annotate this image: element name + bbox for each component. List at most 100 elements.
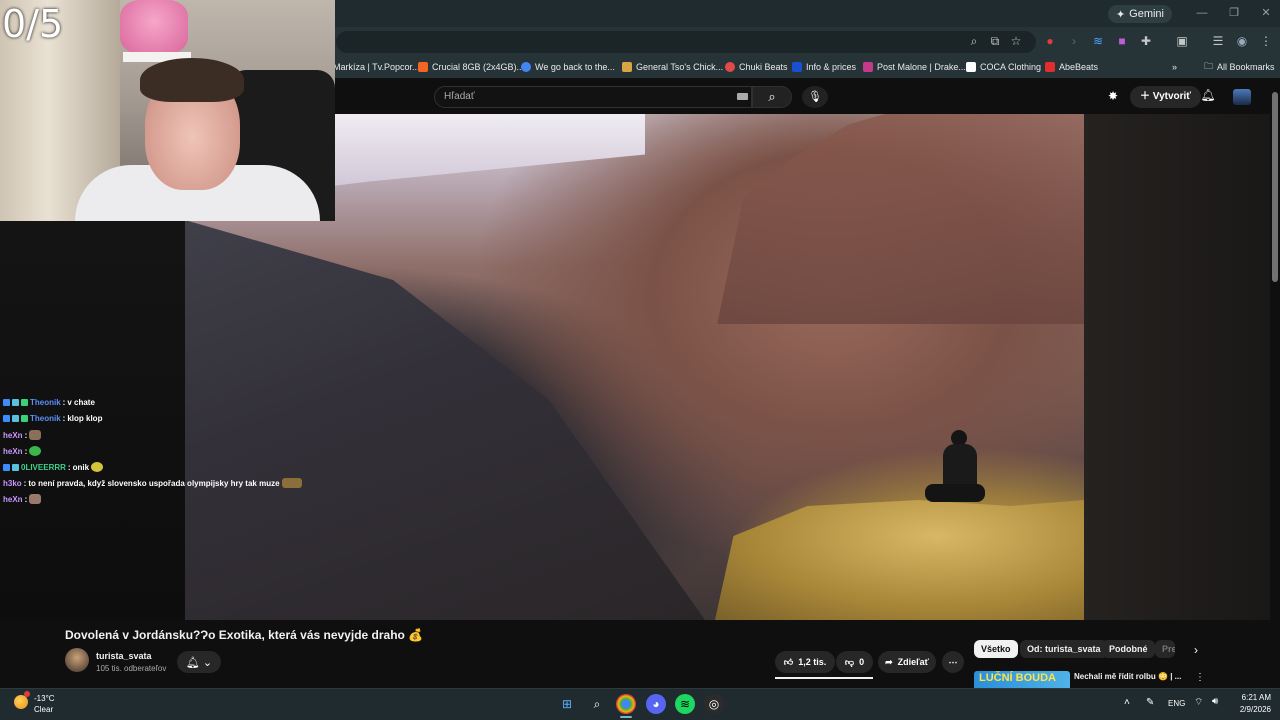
player-ambient-glow (1084, 114, 1270, 620)
weather-icon[interactable] (14, 695, 28, 709)
video-title: Dovolená v Jordánsku?Ɂo Exotika, která v… (65, 628, 424, 642)
chevron-down-icon: ⌄ (202, 656, 213, 669)
chip-related[interactable]: Podobné (1102, 640, 1155, 658)
chat-username: heXn (3, 430, 23, 440)
bookmark-favicon-icon (966, 62, 976, 72)
wifi-icon[interactable]: ⌔ (1194, 696, 1203, 709)
gemini-icon: ✦ (1115, 8, 1126, 21)
bookmark-item[interactable]: AbeBeats (1045, 58, 1098, 76)
browser-menu-icon[interactable]: ⋮ (1258, 33, 1274, 49)
bookmark-favicon-icon (418, 62, 428, 72)
chat-text: klop klop (67, 414, 103, 423)
maximize-window-icon[interactable]: ❐ (1224, 4, 1244, 22)
address-bar[interactable] (336, 31, 1036, 53)
clock-date[interactable]: 2/9/2026 (1229, 705, 1271, 714)
keyboard-icon[interactable] (737, 93, 748, 100)
chat-badge-icon (3, 399, 10, 406)
channel-name[interactable]: turista_svata (96, 651, 152, 661)
folder-icon: 🗀 (1204, 61, 1214, 71)
chip-from-channel[interactable]: Od: turista_svata (1020, 640, 1108, 658)
chat-message: heXn : (3, 494, 42, 504)
chat-text: to není pravda, když slovensko uspořada … (28, 478, 280, 488)
bookmark-item[interactable]: Info & prices (792, 58, 856, 76)
tab-search-icon[interactable]: ▣ (1174, 33, 1190, 49)
chip-for-you[interactable]: Pre (1155, 640, 1175, 658)
yt-sparkle-icon[interactable]: ✸ (1108, 89, 1124, 105)
bookmark-item[interactable]: Markíza | Tv.Popcor... (333, 58, 420, 76)
zoom-icon[interactable]: ⌕ (966, 33, 982, 49)
minimize-window-icon[interactable]: — (1192, 4, 1212, 22)
chrome-icon[interactable] (616, 694, 636, 714)
more-actions-icon[interactable]: ⋯ (942, 651, 964, 673)
bookmark-item[interactable]: Chuki Beats (725, 58, 788, 76)
cast-icon[interactable]: ⧉ (987, 33, 1003, 49)
windows-taskbar (0, 688, 1280, 720)
reading-list-icon[interactable]: ☰ (1210, 33, 1226, 49)
pen-icon[interactable]: ✎ (1146, 697, 1154, 708)
bookmark-item[interactable]: Post Malone | Drake... (863, 58, 966, 76)
subscription-bell-button[interactable]: 🔔︎ ⌄ (177, 651, 221, 673)
chat-username: heXn (3, 446, 23, 456)
recommended-thumbnail[interactable]: LUČNÍ BOUDA (974, 671, 1070, 688)
chat-badge-icon (21, 399, 28, 406)
extension-red-icon[interactable]: ● (1042, 33, 1058, 49)
like-button[interactable]: 👍︎ 1,2 tis. (775, 651, 835, 673)
discord-icon[interactable]: ◕ (646, 694, 666, 714)
spotify-icon[interactable]: ≋ (675, 694, 695, 714)
gemini-button[interactable]: ✦ Gemini (1107, 5, 1172, 23)
bookmark-item[interactable]: Crucial 8GB (2x4GB)... (418, 58, 524, 76)
channel-avatar[interactable] (65, 648, 89, 672)
chat-badge-icon (3, 463, 10, 471)
search-button[interactable]: ⌕ (752, 86, 792, 108)
volume-icon[interactable]: 🔊︎ (1212, 696, 1218, 707)
bookmark-item[interactable]: General Tso's Chick... (622, 58, 723, 76)
bookmark-item[interactable]: We go back to the... (521, 58, 615, 76)
extension-arrow-icon[interactable]: › (1066, 33, 1082, 49)
recommended-title[interactable]: Nechali mě řídit rolbu 😳 | ... (1074, 672, 1181, 681)
scrollbar-thumb[interactable] (1272, 92, 1278, 282)
share-button[interactable]: ➦ Zdieľať (878, 651, 936, 673)
chat-badge-icon (12, 415, 19, 422)
obs-icon[interactable]: ◎ (704, 694, 724, 714)
thumbs-up-icon: 👍︎ (783, 656, 794, 667)
extension-wave-icon[interactable]: ≋ (1090, 33, 1106, 49)
close-window-icon[interactable]: ✕ (1256, 4, 1276, 22)
bookmark-item[interactable]: COCA Clothing (966, 58, 1041, 76)
chat-emote-icon (91, 462, 104, 472)
chat-emote-icon (29, 446, 42, 456)
chat-emote-icon (281, 478, 302, 488)
extension-purple-icon[interactable]: ■ (1114, 33, 1130, 49)
search-input[interactable]: Hľadať (434, 86, 752, 108)
chat-message: 0LIVEERRR : onik (3, 462, 104, 472)
create-button[interactable]: ＋ Vytvoriť (1130, 86, 1202, 108)
tray-overflow-chevron-icon[interactable]: ˄ (1124, 697, 1130, 708)
extensions-puzzle-icon[interactable]: ✚ (1138, 33, 1154, 49)
webcam-hair (140, 58, 244, 102)
all-bookmarks-button[interactable]: 🗀 All Bookmarks (1204, 58, 1275, 76)
taskbar-search-icon[interactable]: ⌕ (587, 694, 607, 714)
notifications-bell-icon[interactable]: 🔔︎ (1200, 88, 1216, 104)
windows-start-icon[interactable]: ⊞ (557, 694, 577, 714)
chip-next-chevron-icon[interactable]: › (1188, 642, 1204, 658)
voice-search-icon[interactable]: 🎙 (802, 86, 828, 108)
gemini-label: Gemini (1129, 8, 1164, 20)
search-icon: ⌕ (768, 89, 776, 104)
chat-badge-icon (12, 463, 19, 471)
dislike-button[interactable]: 👎︎ 0 (836, 651, 873, 673)
chat-badge-icon (12, 399, 19, 406)
more-bookmarks-chevron-icon[interactable]: » (1172, 58, 1177, 76)
clock-time[interactable]: 6:21 AM (1235, 693, 1271, 702)
plus-icon: ＋ (1140, 91, 1150, 102)
chat-text: onik (72, 462, 90, 472)
share-icon: ➦ (885, 656, 893, 667)
chip-all[interactable]: Všetko (974, 640, 1018, 658)
input-language[interactable]: ENG (1168, 699, 1185, 708)
profile-icon[interactable]: ◉ (1234, 33, 1250, 49)
recommended-more-icon[interactable]: ⋮ (1195, 672, 1205, 683)
account-avatar[interactable] (1233, 89, 1251, 105)
weather-condition[interactable]: Clear (34, 705, 53, 714)
weather-temperature[interactable]: -13°C (34, 694, 55, 703)
chat-username: heXn (3, 494, 23, 504)
bookmark-star-icon[interactable]: ☆ (1008, 33, 1024, 49)
chat-emote-icon (29, 494, 42, 504)
